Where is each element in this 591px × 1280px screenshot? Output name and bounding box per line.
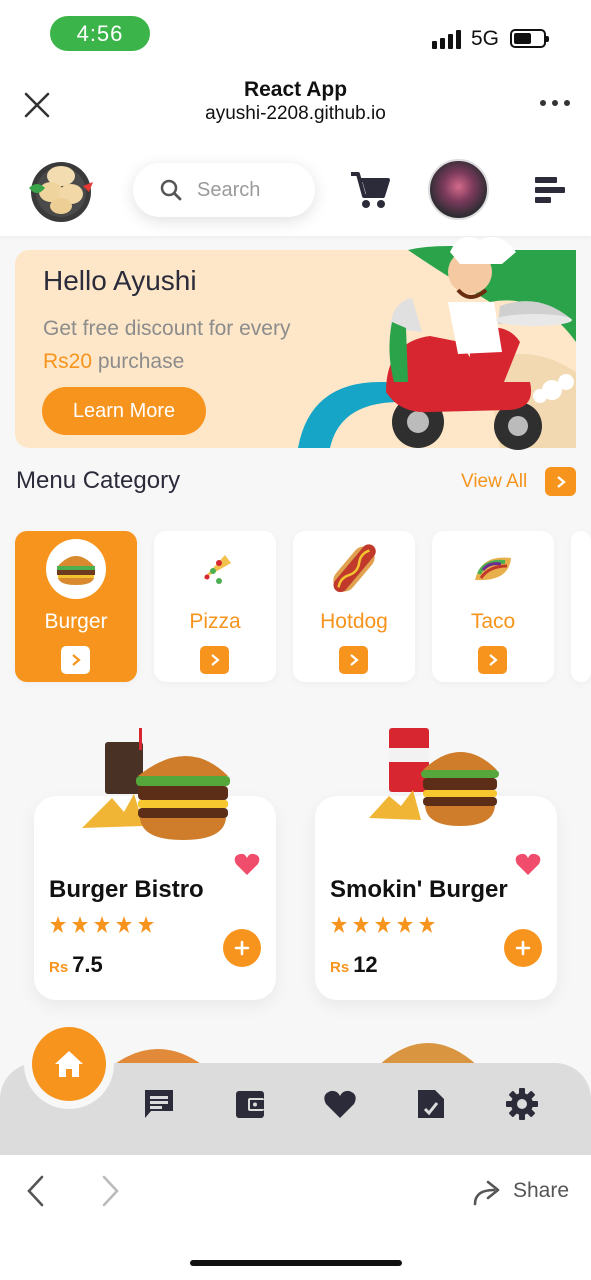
- settings-icon: [506, 1088, 538, 1120]
- category-label: Pizza: [189, 610, 241, 633]
- rating-stars: [50, 916, 160, 934]
- orders-button[interactable]: [413, 1086, 449, 1122]
- banner-amount: Rs20: [43, 350, 93, 373]
- category-go-button[interactable]: [61, 646, 90, 674]
- document-icon: [418, 1090, 444, 1118]
- home-indicator: [190, 1260, 402, 1266]
- chevron-right-icon: [349, 654, 359, 666]
- product-name: Burger Bistro: [49, 876, 204, 903]
- wallet-button[interactable]: [232, 1086, 268, 1122]
- browser-url[interactable]: ayushi-2208.github.io: [0, 103, 591, 125]
- category-go-button[interactable]: [339, 646, 368, 674]
- banner-line2-suffix: purchase: [92, 350, 185, 373]
- signal-icon: [432, 30, 461, 49]
- menu-category-title: Menu Category: [16, 467, 181, 494]
- product-price: Rs 12: [330, 952, 378, 978]
- price-value: 12: [353, 952, 378, 977]
- view-all-link[interactable]: View All: [461, 471, 527, 493]
- burger-combo-image: [369, 728, 499, 826]
- rating-stars: [331, 916, 441, 934]
- pizza-icon: [185, 539, 245, 599]
- category-pizza[interactable]: Pizza: [154, 531, 276, 682]
- burger-combo-image: [82, 728, 230, 840]
- product-name: Smokin' Burger: [330, 876, 508, 903]
- category-hotdog[interactable]: Hotdog: [293, 531, 415, 682]
- plus-icon: [515, 940, 531, 956]
- chevron-right-icon: [556, 475, 566, 488]
- banner-line2: Rs20 purchase: [43, 350, 184, 374]
- home-icon: [55, 1051, 83, 1077]
- price-currency: Rs: [330, 959, 350, 976]
- learn-more-button[interactable]: Learn More: [42, 387, 206, 435]
- plus-icon: [234, 940, 250, 956]
- burger-image-partial: [378, 1043, 478, 1066]
- product-card[interactable]: Smokin' Burger Rs 12: [315, 728, 557, 1000]
- category-go-button[interactable]: [478, 646, 507, 674]
- more-options-icon[interactable]: [540, 100, 570, 106]
- wallet-icon: [236, 1091, 264, 1118]
- favorite-heart-icon[interactable]: [234, 852, 260, 876]
- settings-button[interactable]: [504, 1086, 540, 1122]
- avatar[interactable]: [428, 159, 489, 220]
- browser-title: React App: [243, 78, 348, 101]
- price-value: 7.5: [72, 952, 103, 977]
- chat-icon: [145, 1090, 173, 1118]
- product-card[interactable]: Burger Bistro Rs 7.5: [34, 728, 276, 1000]
- status-time: 4:56: [50, 16, 150, 51]
- search-input[interactable]: Search: [133, 163, 315, 217]
- back-icon[interactable]: [24, 1174, 46, 1208]
- chat-button[interactable]: [141, 1086, 177, 1122]
- category-label: Hotdog: [320, 610, 388, 633]
- menu-icon[interactable]: [533, 175, 567, 205]
- category-label: Taco: [470, 610, 516, 633]
- cart-icon[interactable]: [349, 170, 391, 210]
- favorites-button[interactable]: [322, 1086, 358, 1122]
- add-to-cart-button[interactable]: [223, 929, 261, 967]
- category-go-button[interactable]: [200, 646, 229, 674]
- add-to-cart-button[interactable]: [504, 929, 542, 967]
- banner-line1: Get free discount for every: [43, 317, 291, 340]
- network-label: 5G: [471, 27, 500, 50]
- share-icon[interactable]: [472, 1178, 506, 1206]
- search-placeholder: Search: [197, 178, 261, 201]
- burger-icon: [46, 539, 106, 599]
- favorite-heart-icon[interactable]: [515, 852, 541, 876]
- search-icon: [160, 179, 182, 201]
- taco-icon: [463, 539, 523, 599]
- home-button[interactable]: [32, 1027, 106, 1101]
- hotdog-icon: [324, 539, 384, 599]
- heart-icon: [324, 1090, 356, 1118]
- banner-greeting: Hello Ayushi: [43, 265, 197, 296]
- chevron-right-icon: [488, 654, 498, 666]
- category-label: Burger: [44, 610, 108, 633]
- view-all-button[interactable]: [545, 467, 576, 496]
- battery-icon: [510, 29, 549, 48]
- category-next-partial[interactable]: [571, 531, 591, 682]
- product-price: Rs 7.5: [49, 952, 103, 978]
- category-burger[interactable]: Burger: [15, 531, 137, 682]
- forward-icon[interactable]: [100, 1174, 122, 1208]
- delivery-chef-illustration: [298, 236, 576, 450]
- category-taco[interactable]: Taco: [432, 531, 554, 682]
- chevron-right-icon: [71, 654, 81, 666]
- chevron-right-icon: [210, 654, 220, 666]
- logo-icon[interactable]: [25, 158, 93, 222]
- share-button[interactable]: Share: [513, 1179, 569, 1203]
- price-currency: Rs: [49, 959, 69, 976]
